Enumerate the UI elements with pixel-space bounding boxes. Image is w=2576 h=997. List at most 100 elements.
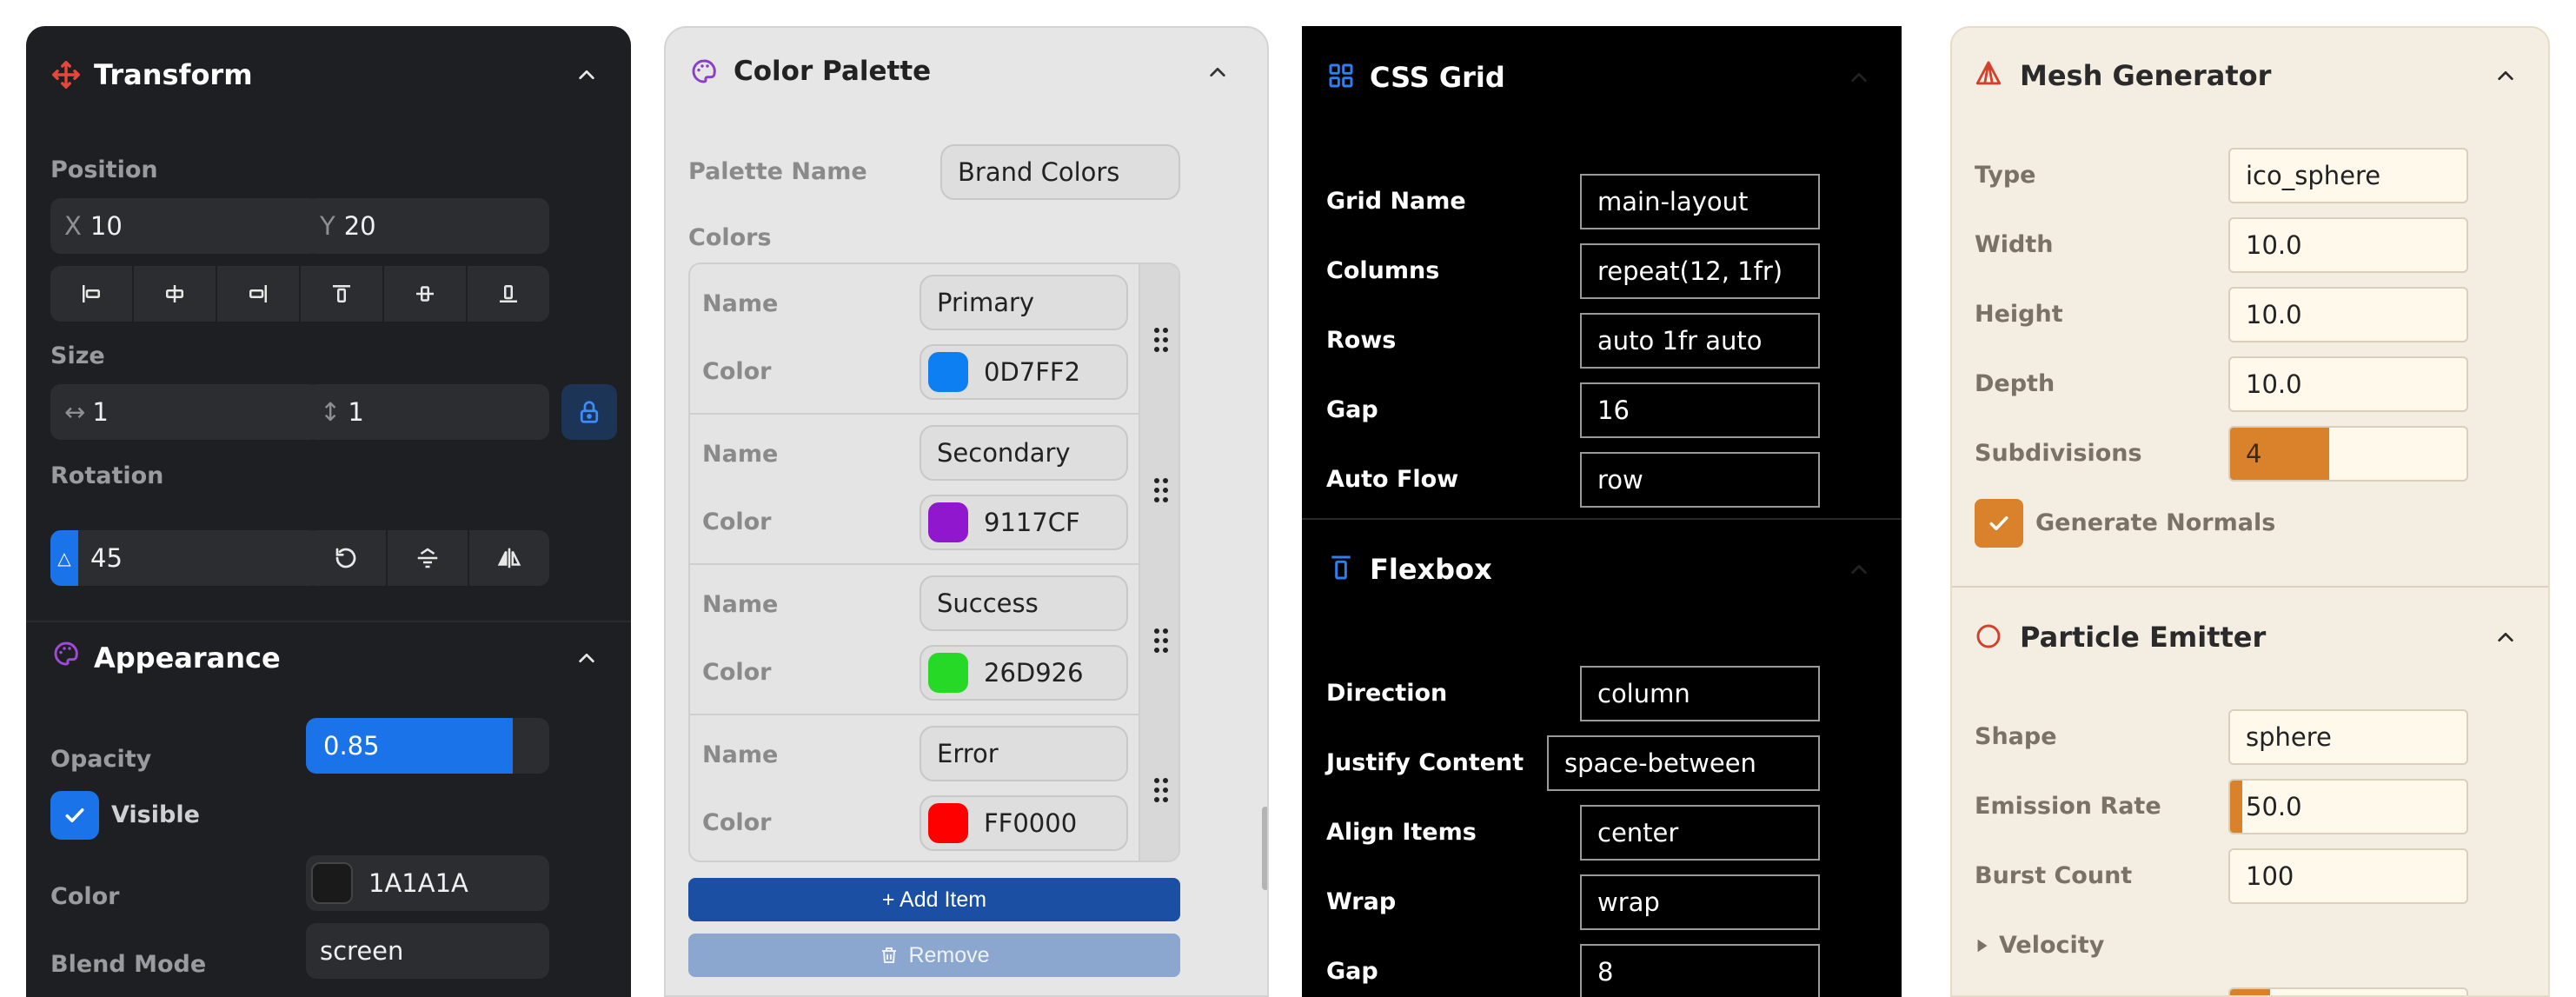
drag-handle-icon[interactable] (1139, 715, 1178, 861)
align-center-h-button[interactable] (134, 266, 217, 322)
width-arrow-icon: ↔ (64, 397, 86, 427)
move-icon (50, 59, 82, 90)
width-input[interactable]: ↔ 1 (50, 384, 320, 440)
item-color-input[interactable]: FF0000 (920, 795, 1128, 851)
align-right-icon (249, 285, 267, 302)
velocity-slider-partial[interactable] (2228, 987, 2468, 995)
velocity-slider-fill (2230, 989, 2270, 995)
chevron-up-icon[interactable] (1849, 560, 1869, 579)
type-label: Type (1975, 162, 2036, 189)
color-swatch (928, 502, 968, 542)
flip-vertical-button[interactable] (388, 530, 469, 586)
item-name-input[interactable]: Secondary (920, 425, 1128, 481)
palette-title: Color Palette (734, 56, 932, 87)
justify-content-input[interactable]: space-between (1547, 735, 1820, 791)
direction-input[interactable]: column (1580, 666, 1820, 721)
rotation-input[interactable]: △ 45 (50, 530, 320, 586)
auto-flow-input[interactable]: row (1580, 452, 1820, 508)
item-name-label: Name (702, 441, 779, 468)
remove-button[interactable]: Remove (688, 934, 1180, 977)
burst-count-input[interactable]: 100 (2228, 848, 2468, 904)
section-divider (26, 621, 631, 622)
palette-name-label: Palette Name (688, 158, 867, 185)
item-name-value: Secondary (937, 438, 1071, 468)
align-right-button[interactable] (217, 266, 301, 322)
add-item-button[interactable]: + Add Item (688, 878, 1180, 921)
grid-name-value: main-layout (1597, 187, 1749, 216)
align-middle-button[interactable] (384, 266, 468, 322)
drag-handle-icon[interactable] (1139, 565, 1178, 715)
emission-rate-slider[interactable]: 50.0 (2228, 779, 2468, 834)
rows-input[interactable]: auto 1fr auto (1580, 313, 1820, 369)
circle-icon (1973, 621, 2004, 652)
chevron-up-icon[interactable] (1208, 63, 1227, 82)
item-name-input[interactable]: Error (920, 726, 1128, 781)
blend-mode-label: Blend Mode (50, 951, 207, 978)
mesh-width-input[interactable]: 10.0 (2228, 217, 2468, 273)
flex-gap-input[interactable]: 8 (1580, 944, 1820, 997)
item-color-input[interactable]: 0D7FF2 (920, 344, 1128, 400)
grid-title: CSS Grid (1370, 61, 1505, 94)
section-divider (1952, 586, 2548, 588)
rotate-icon (335, 548, 356, 568)
align-bottom-button[interactable] (468, 266, 549, 322)
scrollbar-thumb[interactable] (1262, 807, 1267, 890)
grid-name-label: Grid Name (1326, 188, 1466, 215)
height-value: 1 (348, 397, 364, 427)
align-items-value: center (1597, 818, 1679, 847)
drag-handle-icon[interactable] (1139, 415, 1178, 565)
drag-handle-icon[interactable] (1139, 264, 1178, 415)
subdivisions-slider[interactable]: 4 (2228, 426, 2468, 482)
chevron-up-icon[interactable] (2496, 66, 2515, 85)
color-input[interactable]: 1A1A1A (306, 855, 549, 911)
palette-name-input[interactable]: Brand Colors (940, 144, 1180, 200)
x-input[interactable]: X 10 (50, 198, 320, 254)
grid-name-input[interactable]: main-layout (1580, 174, 1820, 229)
item-color-input[interactable]: 9117CF (920, 495, 1128, 550)
palette-name-value: Brand Colors (958, 157, 1120, 187)
blend-mode-select[interactable]: screen (306, 923, 549, 979)
emission-rate-value: 50.0 (2246, 792, 2302, 821)
velocity-toggle[interactable]: Velocity (1975, 932, 2104, 959)
css-grid-panel: CSS Grid Grid Name main-layout Columns r… (1302, 26, 1902, 997)
item-name-input[interactable]: Primary (920, 275, 1128, 330)
mesh-height-input[interactable]: 10.0 (2228, 287, 2468, 342)
rotate-reset-button[interactable] (306, 530, 388, 586)
flip-horizontal-button[interactable] (469, 530, 549, 586)
align-top-button[interactable] (301, 266, 384, 322)
chevron-up-icon[interactable] (577, 648, 596, 668)
depth-input[interactable]: 10.0 (2228, 356, 2468, 412)
lock-ratio-button[interactable] (561, 384, 617, 440)
item-color-value: 26D926 (984, 658, 1084, 688)
align-middle-icon (416, 286, 434, 302)
grid-gap-input[interactable]: 16 (1580, 382, 1820, 438)
chevron-up-icon[interactable] (577, 65, 596, 84)
wrap-input[interactable]: wrap (1580, 874, 1820, 930)
item-name-input[interactable]: Success (920, 575, 1128, 631)
pyramid-icon (1973, 59, 2004, 90)
chevron-up-icon[interactable] (1849, 68, 1869, 87)
align-bottom-icon (500, 285, 517, 302)
emission-rate-slider-fill (2230, 781, 2242, 833)
auto-flow-value: row (1597, 465, 1643, 495)
colors-label: Colors (688, 224, 772, 251)
align-items-input[interactable]: center (1580, 805, 1820, 861)
item-name-label: Name (702, 741, 779, 768)
type-input[interactable]: ico_sphere (2228, 148, 2468, 203)
burst-count-label: Burst Count (1975, 862, 2133, 889)
shape-input[interactable]: sphere (2228, 709, 2468, 765)
y-input[interactable]: Y 20 (306, 198, 549, 254)
visible-checkbox[interactable] (50, 791, 99, 840)
height-arrow-icon: ↕ (320, 397, 342, 427)
grid-gap-label: Gap (1326, 396, 1378, 423)
height-input[interactable]: ↕ 1 (306, 384, 549, 440)
align-left-button[interactable] (50, 266, 134, 322)
appearance-color-label: Color (50, 883, 120, 910)
chevron-up-icon[interactable] (2496, 628, 2515, 647)
columns-input[interactable]: repeat(12, 1fr) (1580, 243, 1820, 299)
item-color-label: Color (702, 508, 772, 535)
color-value: 1A1A1A (368, 868, 468, 898)
generate-normals-checkbox[interactable] (1975, 499, 2023, 548)
item-color-input[interactable]: 26D926 (920, 645, 1128, 701)
opacity-slider[interactable]: 0.85 (306, 718, 549, 774)
